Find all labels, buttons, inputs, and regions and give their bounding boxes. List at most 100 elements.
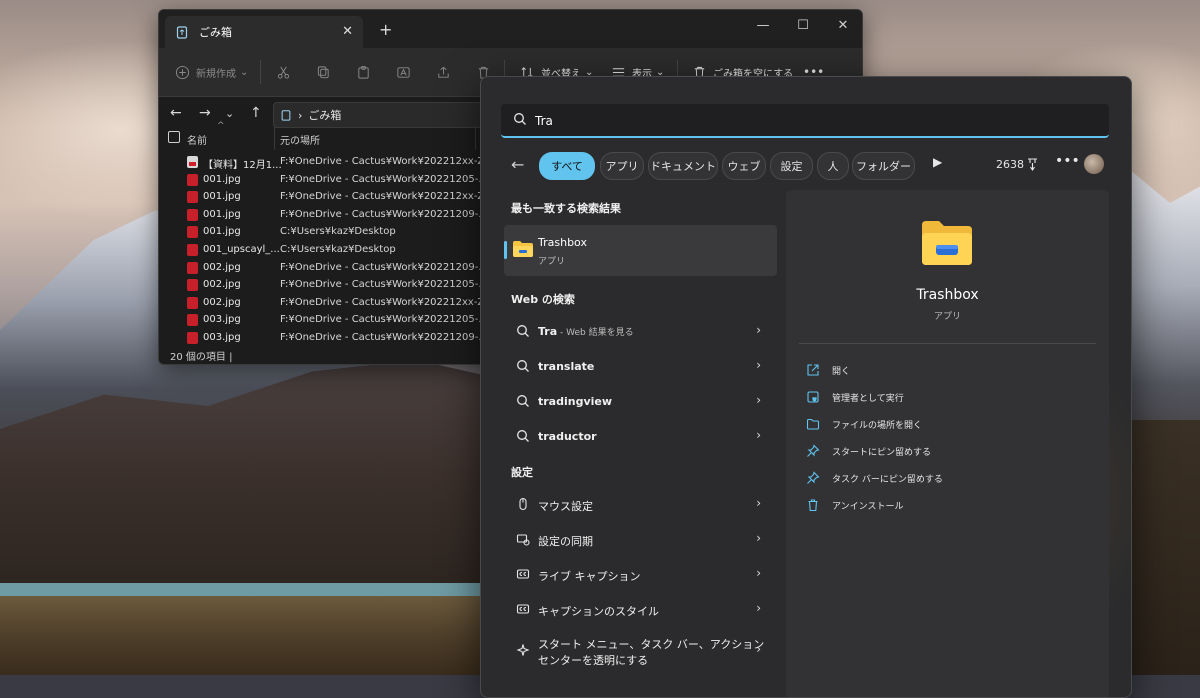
web-result-text: Tra - Web 結果を見る xyxy=(538,325,634,338)
chevron-down-icon[interactable]: ⌄ xyxy=(225,107,234,120)
cut-button[interactable] xyxy=(276,48,291,96)
action-pin-to-start-label: スタートにピン留めする xyxy=(832,447,932,458)
open-icon xyxy=(807,364,819,376)
admin-shield-icon xyxy=(807,391,819,403)
forward-arrow-icon[interactable]: → xyxy=(199,105,211,121)
web-result-text: translate xyxy=(538,360,594,373)
settings-result-item[interactable]: マウス設定 › xyxy=(504,487,777,521)
search-icon xyxy=(517,325,529,337)
minimize-button[interactable]: — xyxy=(743,14,783,38)
cc-icon xyxy=(516,569,530,579)
file-row[interactable]: 003.jpg F:¥OneDrive - Cactus¥Work¥2022120… xyxy=(159,330,489,347)
rewards-icon xyxy=(1028,158,1037,171)
file-row[interactable]: 001.jpg F:¥OneDrive - Cactus¥Work¥202212x… xyxy=(159,189,494,206)
new-tab-button[interactable]: + xyxy=(379,20,392,39)
search-panel: ← すべて アプリ ドキュメント ウェブ 設定 人 フォルダー ▶ 2638 •… xyxy=(480,76,1132,698)
action-open-label: 開く xyxy=(832,366,851,377)
select-all-checkbox[interactable] xyxy=(168,131,180,143)
filter-all[interactable]: すべて xyxy=(539,152,595,180)
action-uninstall[interactable]: アンインストール xyxy=(806,494,903,516)
close-window-button[interactable]: ✕ xyxy=(823,14,862,38)
action-open-file-location[interactable]: ファイルの場所を開く xyxy=(806,413,922,435)
divider xyxy=(475,126,476,150)
image-file-icon xyxy=(187,332,198,344)
web-result-text: traductor xyxy=(538,430,597,443)
close-tab-icon[interactable]: ✕ xyxy=(342,24,353,39)
tab-recycle-bin[interactable]: ごみ箱 ✕ xyxy=(165,16,363,48)
mouse-icon xyxy=(519,497,527,511)
file-row[interactable]: 001.jpg C:¥Users¥kaz¥Desktop xyxy=(159,224,489,241)
best-match-name: Trashbox xyxy=(538,236,587,249)
file-row[interactable]: 002.jpg F:¥OneDrive - Cactus¥Work¥2022120… xyxy=(159,277,489,294)
back-arrow-icon[interactable]: ← xyxy=(511,155,524,174)
more-options-button[interactable]: ••• xyxy=(1055,153,1080,169)
divider xyxy=(260,60,261,84)
rewards-count[interactable]: 2638 xyxy=(996,158,1024,171)
new-label: 新規作成 xyxy=(196,68,236,80)
filter-folders[interactable]: フォルダー xyxy=(852,152,915,180)
search-input[interactable] xyxy=(533,108,1097,134)
action-pin-to-taskbar[interactable]: タスク バーにピン留めする xyxy=(806,467,943,489)
recycle-bin-icon xyxy=(176,26,188,39)
web-result-item[interactable]: traductor › xyxy=(504,419,777,453)
breadcrumb[interactable]: ごみ箱 xyxy=(308,107,341,123)
settings-result-text: マウス設定 xyxy=(538,500,593,513)
selection-accent xyxy=(504,241,507,259)
web-result-text: tradingview xyxy=(538,395,612,408)
file-original-location: F:¥OneDrive - Cactus¥Work¥20221209-... xyxy=(280,332,488,343)
web-result-term: tradingview xyxy=(538,395,613,408)
search-box[interactable] xyxy=(501,104,1109,138)
file-row[interactable]: 002.jpg F:¥OneDrive - Cactus¥Work¥2022120… xyxy=(159,260,489,277)
settings-result-item[interactable]: スタート メニュー、タスク バー、アクション センターを透明にする › xyxy=(504,633,777,667)
filter-settings[interactable]: 設定 xyxy=(770,152,813,180)
copy-button[interactable] xyxy=(316,48,331,96)
file-row[interactable]: 001.jpg F:¥OneDrive - Cactus¥Work¥2022120… xyxy=(159,172,489,189)
share-button[interactable] xyxy=(436,48,451,96)
web-result-item[interactable]: Tra - Web 結果を見る › xyxy=(504,314,777,348)
best-match-type: アプリ xyxy=(538,257,566,267)
web-result-item[interactable]: tradingview › xyxy=(504,384,777,418)
chevron-right-icon: › xyxy=(756,566,761,580)
column-original-location[interactable]: 元の場所 xyxy=(280,132,320,147)
filter-documents[interactable]: ドキュメント xyxy=(648,152,718,180)
settings-result-text: 設定の同期 xyxy=(538,535,593,548)
new-button[interactable]: 新規作成 ⌄ xyxy=(175,48,248,96)
maximize-button[interactable]: ☐ xyxy=(783,14,823,38)
image-file-icon xyxy=(187,279,198,292)
file-original-location: F:¥OneDrive - Cactus¥Work¥202212xx-Z... xyxy=(280,191,494,203)
rename-button[interactable] xyxy=(396,48,411,96)
file-row[interactable]: 003.jpg F:¥OneDrive - Cactus¥Work¥2022120… xyxy=(159,312,489,329)
file-original-location: C:¥Users¥kaz¥Desktop xyxy=(280,244,396,255)
tab-title: ごみ箱 xyxy=(199,26,232,39)
best-match-trashbox[interactable]: Trashbox アプリ xyxy=(504,225,777,276)
filter-web[interactable]: ウェブ xyxy=(722,152,766,180)
search-icon xyxy=(514,113,526,125)
file-row[interactable]: 【資料】12月1... F:¥OneDrive - Cactus¥Work¥202… xyxy=(159,154,494,171)
more-filters-play-icon[interactable]: ▶ xyxy=(933,155,942,169)
status-bar: 20 個の項目 | xyxy=(170,352,233,363)
settings-result-item[interactable]: キャプションのスタイル › xyxy=(504,592,777,626)
column-name[interactable]: 名前 xyxy=(187,132,207,147)
best-match-heading: 最も一致する検索結果 xyxy=(511,202,621,215)
filter-people[interactable]: 人 xyxy=(817,152,849,180)
paste-button[interactable] xyxy=(356,48,371,96)
filter-apps[interactable]: アプリ xyxy=(600,152,644,180)
file-row[interactable]: 002.jpg F:¥OneDrive - Cactus¥Work¥202212x… xyxy=(159,295,494,312)
web-result-item[interactable]: translate › xyxy=(504,349,777,383)
chevron-right-icon: › xyxy=(756,358,761,372)
action-pin-to-start[interactable]: スタートにピン留めする xyxy=(806,440,931,462)
image-file-icon xyxy=(187,261,198,274)
action-open[interactable]: 開く xyxy=(806,359,850,381)
action-run-as-admin[interactable]: 管理者として実行 xyxy=(806,386,904,408)
back-arrow-icon[interactable]: ← xyxy=(170,105,182,121)
search-icon xyxy=(517,430,529,442)
settings-result-line1: スタート メニュー、タスク バー、アクション xyxy=(538,638,765,651)
action-run-as-admin-label: 管理者として実行 xyxy=(832,393,904,404)
file-row[interactable]: 001.jpg F:¥OneDrive - Cactus¥Work¥2022120… xyxy=(159,207,489,224)
settings-result-item[interactable]: 設定の同期 › xyxy=(504,522,777,556)
settings-result-item[interactable]: ライブ キャプション › xyxy=(504,557,777,591)
up-arrow-icon[interactable]: ↑ xyxy=(250,105,262,121)
file-row[interactable]: 001_upscayl_... C:¥Users¥kaz¥Desktop xyxy=(159,242,489,259)
image-file-icon xyxy=(187,226,198,239)
avatar[interactable] xyxy=(1084,154,1104,174)
